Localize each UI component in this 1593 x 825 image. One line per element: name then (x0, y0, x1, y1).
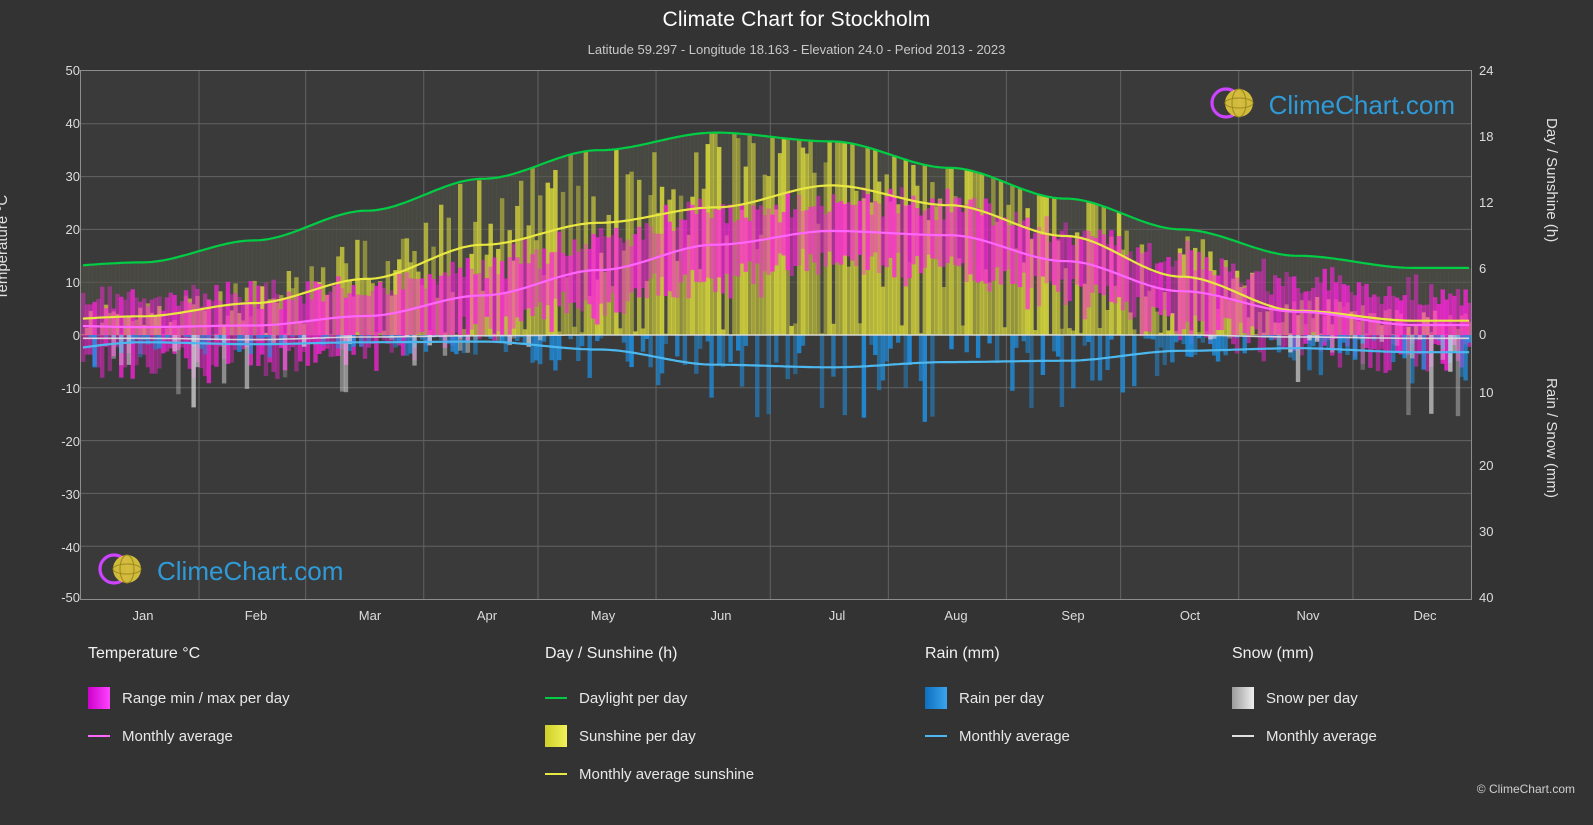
y-tick-right-rain: 40 (1479, 590, 1494, 605)
legend-item-label: Daylight per day (579, 689, 688, 707)
legend-item-snow-average[interactable]: Monthly average (1232, 717, 1532, 755)
legend: Temperature °C Range min / max per day M… (0, 645, 1593, 825)
x-tick-may: May (590, 608, 616, 623)
legend-item-label: Monthly average sunshine (579, 765, 755, 783)
daylight-line-icon (545, 687, 567, 709)
y-tick-left: -40 (61, 540, 80, 555)
x-tick-dec: Dec (1413, 608, 1437, 623)
watermark-brand-rest: Chart (1335, 90, 1399, 120)
y-tick-right-day: 12 (1479, 195, 1494, 210)
snow-average-line-icon (1232, 725, 1254, 747)
y-tick-left: 0 (72, 328, 80, 343)
legend-item-label: Snow per day (1266, 689, 1358, 707)
legend-heading: Temperature °C (88, 645, 201, 662)
chart-subtitle: Latitude 59.297 - Longitude 18.163 - Ele… (587, 42, 1006, 57)
x-tick-sep: Sep (1061, 608, 1085, 623)
temp-average-line-icon (88, 725, 110, 747)
y-tick-left: -10 (61, 381, 80, 396)
watermark-bottom: ClimeChart.com (97, 549, 343, 594)
legend-column-temperature: Temperature °C Range min / max per day M… (88, 645, 508, 755)
y-tick-left: 20 (65, 222, 80, 237)
legend-item-rain[interactable]: Rain per day (925, 679, 1225, 717)
legend-item-snow[interactable]: Snow per day (1232, 679, 1532, 717)
legend-item-sunshine[interactable]: Sunshine per day (545, 717, 965, 755)
legend-heading: Rain (mm) (925, 645, 1000, 662)
rain-average-line-icon (925, 725, 947, 747)
rain-swatch-icon (925, 687, 947, 709)
legend-item-label: Rain per day (959, 689, 1045, 707)
watermark-tld: .com (287, 556, 344, 586)
x-tick-oct: Oct (1179, 608, 1201, 623)
y-tick-right-day: 6 (1479, 261, 1487, 276)
x-tick-jul: Jul (828, 608, 846, 623)
climechart-logo-icon (1209, 83, 1261, 128)
legend-heading: Snow (mm) (1232, 645, 1314, 662)
legend-heading: Day / Sunshine (h) (545, 645, 678, 662)
y-axis-left-label: Temperature °C (0, 194, 11, 300)
y-tick-right-rain: 10 (1479, 385, 1494, 400)
page-title: Climate Chart for Stockholm (662, 8, 931, 31)
x-tick-feb: Feb (244, 608, 268, 623)
watermark-top: ClimeChart.com (1209, 83, 1455, 128)
y-tick-left: -20 (61, 434, 80, 449)
plot-svg (81, 71, 1471, 599)
sunshine-swatch-icon (545, 725, 567, 747)
legend-item-daylight[interactable]: Daylight per day (545, 679, 965, 717)
y-axis-right-day-label: Day / Sunshine (h) (1543, 118, 1560, 243)
y-axis-right-rain-label: Rain / Snow (mm) (1543, 378, 1560, 499)
watermark-brand: Clime (1268, 90, 1336, 120)
legend-item-label: Sunshine per day (579, 727, 696, 745)
legend-item-label: Monthly average (122, 727, 233, 745)
snow-swatch-icon (1232, 687, 1254, 709)
y-tick-left: -50 (61, 590, 80, 605)
legend-item-label: Monthly average (959, 727, 1070, 745)
x-tick-jun: Jun (710, 608, 732, 623)
y-tick-right-rain: 30 (1479, 524, 1494, 539)
legend-item-label: Range min / max per day (122, 689, 290, 707)
x-tick-nov: Nov (1296, 608, 1320, 623)
climate-chart: Climate Chart for Stockholm Latitude 59.… (0, 0, 1593, 825)
y-tick-right-day: 24 (1479, 63, 1494, 78)
copyright-text: © ClimeChart.com (1476, 782, 1575, 796)
y-tick-right-day: 0 (1479, 327, 1487, 342)
watermark-brand-rest: Chart (223, 556, 288, 586)
legend-item-temp-average[interactable]: Monthly average (88, 717, 508, 755)
legend-column-rain: Rain (mm) Rain per day Monthly average (925, 645, 1225, 755)
legend-column-day-sunshine: Day / Sunshine (h) Daylight per day Suns… (545, 645, 965, 793)
x-tick-apr: Apr (476, 608, 498, 623)
plot-area: ClimeChart.com ClimeChart.com (80, 70, 1472, 600)
y-tick-right-rain: 20 (1479, 458, 1494, 473)
sunshine-average-line-icon (545, 763, 567, 785)
x-tick-aug: Aug (944, 608, 968, 623)
daily-data-bands (81, 132, 1471, 422)
y-tick-left: -30 (61, 487, 80, 502)
y-tick-left: 50 (65, 63, 80, 78)
watermark-brand: Clime (157, 556, 224, 586)
y-tick-left: 40 (65, 116, 80, 131)
y-tick-left: 10 (65, 275, 80, 290)
y-tick-left: 30 (65, 169, 80, 184)
legend-item-label: Monthly average (1266, 727, 1377, 745)
legend-item-rain-average[interactable]: Monthly average (925, 717, 1225, 755)
x-tick-jan: Jan (132, 608, 154, 623)
legend-item-temp-range[interactable]: Range min / max per day (88, 679, 508, 717)
climechart-logo-icon (97, 549, 149, 594)
watermark-tld: .com (1398, 90, 1455, 120)
legend-column-snow: Snow (mm) Snow per day Monthly average (1232, 645, 1532, 755)
watermark-text: ClimeChart.com (1269, 90, 1455, 121)
x-tick-mar: Mar (358, 608, 382, 623)
y-tick-right-day: 18 (1479, 129, 1494, 144)
temp-range-swatch-icon (88, 687, 110, 709)
legend-item-sunshine-average[interactable]: Monthly average sunshine (545, 755, 965, 793)
watermark-text: ClimeChart.com (157, 556, 343, 587)
